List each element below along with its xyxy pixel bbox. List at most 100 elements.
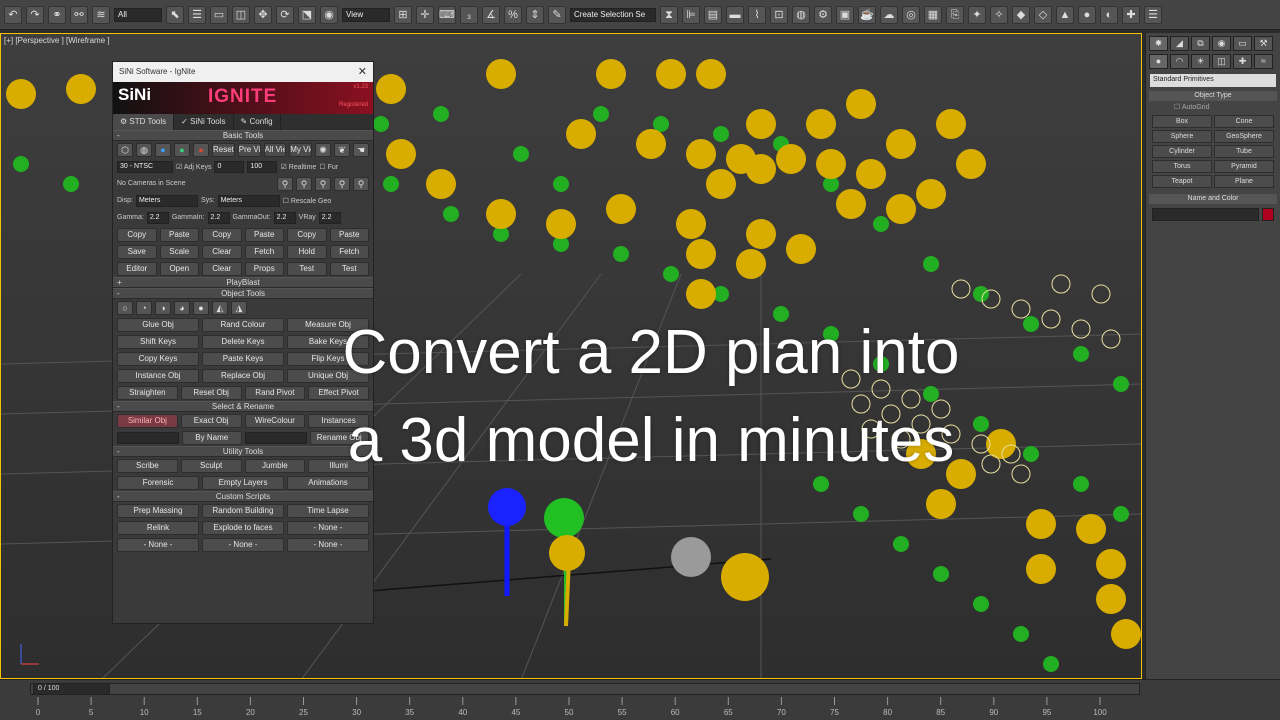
tool-e-icon[interactable]: ▲ [1056,5,1074,24]
hierarchy-tab-icon[interactable]: ⧉ [1191,36,1210,51]
object-type-rollout[interactable]: Object Type [1149,91,1277,101]
spacewarps-icon[interactable]: ≈ [1254,54,1273,69]
script-icon[interactable]: ⎘ [946,5,964,24]
teapot-button[interactable]: Teapot [1152,175,1212,188]
window-crossing-icon[interactable]: ◫ [232,5,250,24]
clear-button-1[interactable]: Clear [202,244,242,259]
scale-icon[interactable]: ⬔ [298,5,316,24]
pre-view-button[interactable]: Pre View [237,142,261,157]
ribbon-icon[interactable]: ▬ [726,5,744,24]
cam-tool-b-icon[interactable]: ⚲ [296,176,312,191]
similar-obj-button[interactable]: Similar Obj [117,413,178,428]
scale-button[interactable]: Scale [159,244,199,259]
select-by-name-icon[interactable]: ☰ [188,5,206,24]
motion-tab-icon[interactable]: ◉ [1212,36,1231,51]
open-button[interactable]: Open [159,261,199,276]
select-object-icon[interactable]: ⬉ [166,5,184,24]
keyboard-shortcut-icon[interactable]: ⌨ [438,5,456,24]
sphere-red-icon[interactable]: ● [193,142,209,157]
section-basic-tools[interactable]: - Basic Tools [113,130,373,141]
layer-explorer-icon[interactable]: ▤ [704,5,722,24]
link-icon[interactable]: ⚭ [48,5,66,24]
obj-tool-d-icon[interactable]: ◕ [174,300,190,315]
lights-icon[interactable]: ☀ [1191,54,1210,69]
sphere-blue-icon[interactable]: ● [155,142,171,157]
section-object-tools[interactable]: - Object Tools [113,288,373,299]
utilities-tab-icon[interactable]: ⚒ [1254,36,1273,51]
align-icon[interactable]: ⊫ [682,5,700,24]
redo-icon[interactable]: ↷ [26,5,44,24]
explode-faces-button[interactable]: Explode to faces [202,520,284,535]
reference-coord-select[interactable]: View [342,7,390,22]
none-button-4[interactable]: - None - [287,537,369,552]
render-cloud-icon[interactable]: ☁ [880,5,898,24]
name-color-rollout[interactable]: Name and Color [1149,194,1277,204]
tool-b-icon[interactable]: ✧ [990,5,1008,24]
cam-tool-e-icon[interactable]: ⚲ [353,176,369,191]
football-icon[interactable]: ✺ [315,142,331,157]
fetch-button-2[interactable]: Fetch [329,244,369,259]
frame-start-field[interactable]: 0 [214,160,245,173]
autogrid-check[interactable]: ☐ AutoGrid [1146,101,1280,113]
cam-tool-c-icon[interactable]: ⚲ [315,176,331,191]
category-select[interactable]: Standard Primitives [1150,74,1276,87]
tab-std-tools[interactable]: ⚙ STD Tools [113,114,175,130]
save-button[interactable]: Save [117,244,157,259]
my-view-button[interactable]: My View [289,142,312,157]
obj-tool-b-icon[interactable]: ◔ [136,300,152,315]
copy-keys-button[interactable]: Copy Keys [117,351,199,366]
paste-button-2[interactable]: Paste [244,227,284,242]
disp-units-select[interactable]: Meters [135,194,198,207]
rect-selection-icon[interactable]: ▭ [210,5,228,24]
time-lapse-button[interactable]: Time Lapse [287,503,369,518]
create-tab-icon[interactable]: ✸ [1149,36,1168,51]
glue-obj-button[interactable]: Glue Obj [117,317,199,332]
fps-select[interactable]: 30 - NTSC [117,160,173,173]
percent-snap-icon[interactable]: % [504,5,522,24]
relink-button[interactable]: Relink [117,520,199,535]
sphere-button[interactable]: Sphere [1152,130,1212,143]
cylinder-button[interactable]: Cylinder [1152,145,1212,158]
reset-view-button[interactable]: Reset View [212,142,235,157]
sys-units-select[interactable]: Meters [217,194,280,207]
tool-f-icon[interactable]: ● [1078,5,1096,24]
render-setup-icon[interactable]: ⚙ [814,5,832,24]
cam-tool-a-icon[interactable]: ⚲ [277,176,293,191]
section-custom-scripts[interactable]: - Custom Scripts [113,491,373,502]
pivot-center-icon[interactable]: ⊞ [394,5,412,24]
all-view-button[interactable]: All View [263,142,287,157]
geosphere-button[interactable]: GeoSphere [1214,130,1274,143]
geometry-icon[interactable]: ● [1149,54,1168,69]
straighten-button[interactable]: Straighten [117,385,178,400]
move-icon[interactable]: ✥ [254,5,272,24]
shapes-icon[interactable]: ◠ [1170,54,1189,69]
tool-g-icon[interactable]: ◐ [1100,5,1118,24]
clear-button-2[interactable]: Clear [202,261,242,276]
torus-button[interactable]: Torus [1152,160,1212,173]
spinner-snap-icon[interactable]: ⇕ [526,5,544,24]
fur-check[interactable]: ☐ Fur [319,163,338,171]
realtime-check[interactable]: ☑ Realtime [280,163,316,171]
panel-titlebar[interactable]: SiNi Software - IgNite ✕ [113,62,373,82]
prep-massing-button[interactable]: Prep Massing [117,503,199,518]
copy-button-2[interactable]: Copy [202,227,242,242]
hold-button[interactable]: Hold [287,244,327,259]
obj-tool-e-icon[interactable]: ● [193,300,209,315]
cam-tool-d-icon[interactable]: ⚲ [334,176,350,191]
obj-tool-f-icon[interactable]: ◭ [212,300,228,315]
copy-button-1[interactable]: Copy [117,227,157,242]
fetch-button-1[interactable]: Fetch [244,244,284,259]
shift-keys-button[interactable]: Shift Keys [117,334,199,349]
scribe-button[interactable]: Scribe [117,458,178,473]
obj-tool-a-icon[interactable]: ○ [117,300,133,315]
schematic-view-icon[interactable]: ⊡ [770,5,788,24]
unlink-icon[interactable]: ⚯ [70,5,88,24]
viewport-label[interactable]: [+] [Perspective ] [Wireframe ] [4,36,110,45]
pyramid-button[interactable]: Pyramid [1214,160,1274,173]
box-button[interactable]: Box [1152,115,1212,128]
tube-button[interactable]: Tube [1214,145,1274,158]
adj-keys-check[interactable]: ☑ Adj Keys [176,163,211,171]
copy-button-3[interactable]: Copy [287,227,327,242]
snap-toggle-icon[interactable]: ₃ [460,5,478,24]
random-building-button[interactable]: Random Building [202,503,284,518]
